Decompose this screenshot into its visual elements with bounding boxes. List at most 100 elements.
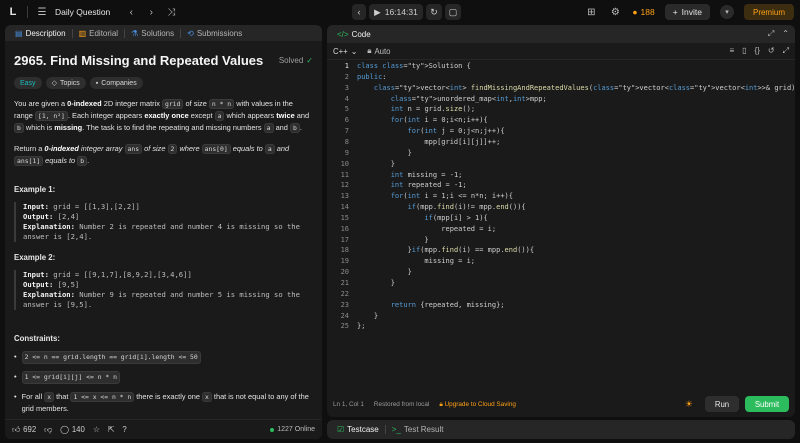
streak-counter[interactable]: ● 188 [632,7,654,17]
code-line[interactable]: 21 } [327,278,795,288]
code-text: } [357,159,395,168]
format-icon[interactable]: ≡ [729,46,734,56]
companies-chip[interactable]: ▪ Companies [89,77,143,89]
code-text: } [357,279,395,287]
share-button[interactable]: ⇱ [108,425,115,434]
code-line[interactable]: 1 class class="ty">Solution { [327,61,795,71]
code-line[interactable]: 22 [327,289,795,299]
text: of size [142,144,168,153]
comments-button[interactable]: ◯ 140 [60,425,85,434]
code-text: if(mpp.find(i)!= mpp.end()){ [407,203,526,212]
shuffle-icon[interactable]: ⤨ [164,5,178,19]
code-line[interactable]: 17 } [327,235,795,245]
text: that is not equal to any of the [211,392,309,401]
inline-code: x [202,392,212,402]
tab-solutions[interactable]: ⚗ Solutions [127,29,178,38]
daily-question-link[interactable]: Daily Question [55,7,110,17]
tab-test-result[interactable]: >_ Test Result [388,425,448,434]
problem-title[interactable]: 2965. Find Missing and Repeated Values [14,53,263,68]
chip-label: Topics [59,79,80,87]
code-line[interactable]: 10 } [327,159,795,169]
language-select[interactable]: C++ ⌄ [333,47,357,56]
code-line[interactable]: 15 if(mpp[i] > 1){ [327,213,795,223]
bullet-icon: • [14,352,17,361]
collapse-timer-icon[interactable]: ‹ [352,4,366,20]
dislike-button[interactable]: 👎︎ [44,425,52,435]
code-line[interactable]: 4 class="ty">unordered_map<int,int>mpp; [327,94,795,104]
tab-description[interactable]: ▤ Description [11,29,70,38]
leetcode-logo-icon[interactable]: L [6,5,20,19]
hint-icon[interactable]: ☀ [685,399,693,410]
auto-mode[interactable]: 🔒︎ Auto [367,46,390,56]
timer[interactable]: ▶ 16:14:31 [369,4,423,20]
code-line[interactable]: 2 public: [327,72,795,82]
maximize-icon[interactable]: ⤢ [768,29,774,39]
like-button[interactable]: 👍︎ 692 [12,425,36,435]
text: that [54,392,71,401]
inline-code: ans[1] [14,156,44,166]
tab-code[interactable]: </> Code [333,30,375,39]
reset-icon[interactable]: ↺ [768,46,775,56]
submit-button[interactable]: Submit [745,396,789,412]
online-label: 1227 Online [277,426,315,433]
code-line[interactable]: 9 } [327,148,795,158]
reset-timer-icon[interactable]: ↻ [426,4,442,20]
code-line[interactable]: 13 for(int i = 1;i <= n*n; i++){ [327,191,795,201]
settings-gear-icon[interactable]: ⚙ [608,5,622,19]
code-line[interactable]: 7 for(int j = 0;j<n;j++){ [327,126,795,136]
thumbs-down-icon: 👎︎ [44,424,53,434]
editor-tools: ≡ ▯ {} ↺ ⤢ [729,46,789,56]
line-number: 24 [340,311,349,320]
code-text: public: [357,72,387,81]
value: grid = [[9,1,7],[8,9,2],[3,4,6]] [48,270,192,279]
code-line[interactable]: 20 } [327,267,795,277]
code-text: missing = i; [357,257,476,266]
inline-code: ans [124,144,143,154]
run-button[interactable]: Run [705,396,739,412]
code-line[interactable]: 5 int n = grid.size(); [327,104,795,114]
problem-list-icon[interactable]: ☰ [35,5,49,19]
play-icon: ▶ [374,6,381,17]
fullscreen-icon[interactable]: ⤢ [783,46,789,56]
next-problem-icon[interactable]: › [144,5,158,19]
text: . The task is to find the repeating and … [82,123,264,132]
layout-icon[interactable]: ⊞ [584,5,598,19]
chevron-up-icon[interactable]: ⌃ [782,29,789,39]
code-editor[interactable]: 1 class class="ty">Solution {2 public: 3 cl… [327,61,795,381]
tab-submissions[interactable]: ⟲ Submissions [183,29,246,38]
line-number: 4 [344,94,349,103]
code-line[interactable]: 6 for(int i = 0;i<n;i++){ [327,115,795,125]
braces-icon[interactable]: {} [755,46,760,56]
code-line[interactable]: 14 if(mpp.find(i)!= mpp.end()){ [327,202,795,212]
code-line[interactable]: 3 class="ty">vector<int> findMissingAndR… [327,83,795,93]
tab-label: Code [351,29,371,39]
avatar[interactable]: ▾ [719,5,734,19]
text: of size [183,99,209,108]
tab-testcase[interactable]: ☑ Testcase [333,425,383,434]
code-line[interactable]: 25}; [327,321,795,331]
code-line[interactable]: 24 } [327,311,795,321]
premium-button[interactable]: Premium [743,4,794,20]
comment-icon: ◯ [60,425,69,434]
tab-editorial[interactable]: ▥ Editorial [75,29,122,38]
code-line[interactable]: 18 }if(mpp.find(i) == mpp.end()){ [327,245,795,255]
example-2-title: Example 2: [14,253,56,262]
prev-problem-icon[interactable]: ‹ [124,5,138,19]
code-line[interactable]: 19 missing = i; [327,256,795,266]
problem-statement: You are given a 0-indexed 2D integer mat… [14,98,313,134]
note-icon[interactable]: ▢ [445,4,461,20]
code-line[interactable]: 8 mpp[grid[i][j]]++; [327,137,795,147]
topics-chip[interactable]: ◇ Topics [45,77,86,89]
code-line[interactable]: 16 repeated = i; [327,224,795,234]
code-line[interactable]: 11 int missing = -1; [327,170,795,180]
upgrade-link[interactable]: 🔒︎ Upgrade to Cloud Saving [439,401,516,409]
bookmark-icon[interactable]: ▯ [742,46,746,56]
code-line[interactable]: 23 return {repeated, missing}; [327,300,795,310]
favorite-button[interactable]: ☆ [93,425,100,434]
streak-value: 188 [640,7,655,17]
invite-button[interactable]: + Invite [664,4,710,20]
code-line[interactable]: 12 int repeated = -1; [327,180,795,190]
help-button[interactable]: ? [122,425,126,434]
line-number: 11 [340,170,349,179]
title-row: 2965. Find Missing and Repeated Values S… [14,53,313,68]
